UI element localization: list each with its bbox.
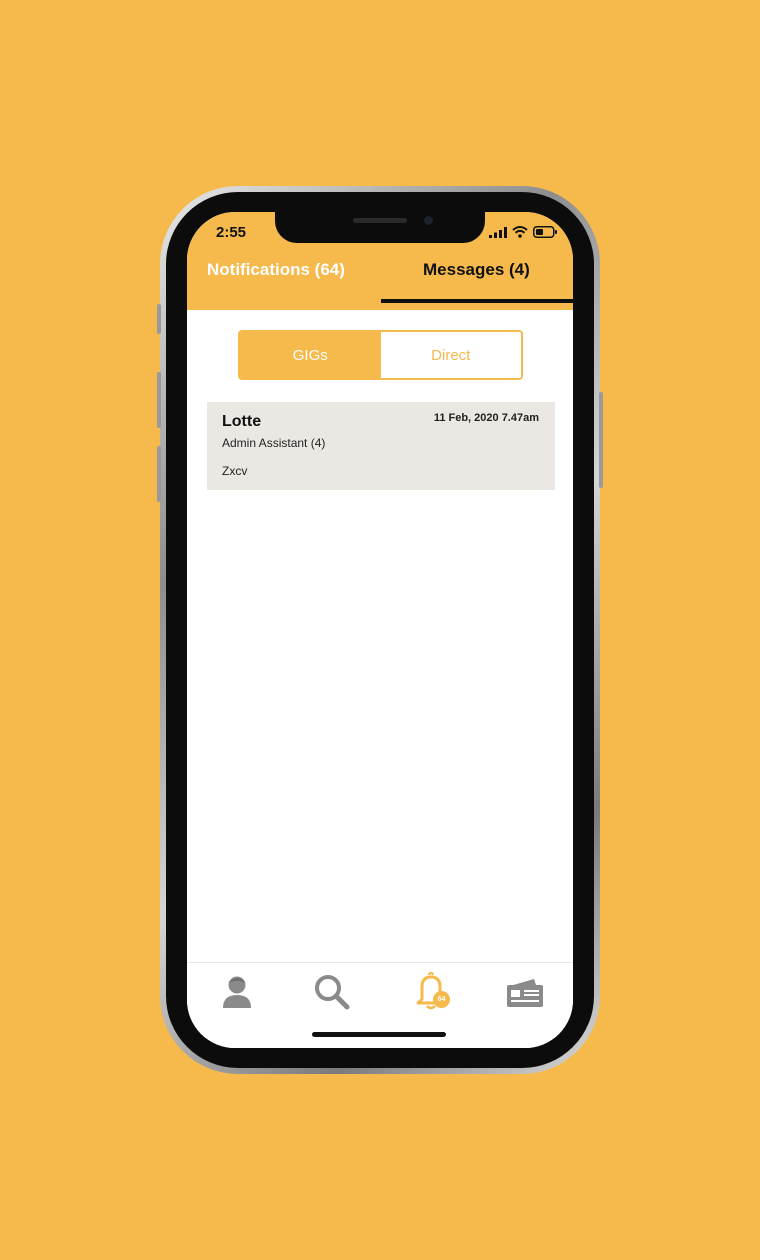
battery-icon: [533, 226, 557, 238]
wallet-icon: [507, 979, 543, 1007]
phone-screen: 2:55 Notifications (64) Messages (4) GIG…: [187, 212, 573, 1048]
volume-down-button: [157, 446, 161, 502]
message-gig-title: Admin Assistant (4): [222, 436, 326, 450]
status-time: 2:55: [216, 224, 247, 241]
wifi-icon: [512, 226, 528, 238]
profile-icon: [223, 976, 251, 1008]
silent-switch: [157, 304, 161, 334]
speaker-grille: [353, 218, 407, 223]
segment-direct[interactable]: Direct: [380, 332, 521, 378]
message-preview: Zxcv: [222, 464, 248, 478]
volume-up-button: [157, 372, 161, 428]
message-type-toggle: GIGs Direct: [238, 330, 523, 380]
search-icon: [315, 975, 350, 1010]
nav-wallet[interactable]: [504, 971, 546, 1013]
signal-icon: [489, 226, 507, 238]
segment-gigs[interactable]: GIGs: [240, 332, 381, 378]
front-camera: [424, 216, 433, 225]
notch: [275, 212, 485, 243]
active-tab-indicator: [381, 299, 573, 303]
status-icons: [489, 226, 557, 238]
nav-search[interactable]: [311, 971, 353, 1013]
tab-messages[interactable]: Messages (4): [423, 260, 530, 280]
message-sender-name: Lotte: [222, 413, 262, 430]
home-indicator[interactable]: [312, 1032, 446, 1037]
nav-profile[interactable]: [216, 971, 258, 1013]
power-button: [599, 392, 603, 488]
nav-notifications[interactable]: 64: [411, 971, 453, 1013]
notification-badge: 64: [433, 991, 450, 1008]
message-list-item[interactable]: Lotte 11 Feb, 2020 7.47am Admin Assistan…: [207, 402, 555, 490]
tab-notifications[interactable]: Notifications (64): [207, 260, 345, 280]
message-timestamp: 11 Feb, 2020 7.47am: [433, 412, 539, 424]
